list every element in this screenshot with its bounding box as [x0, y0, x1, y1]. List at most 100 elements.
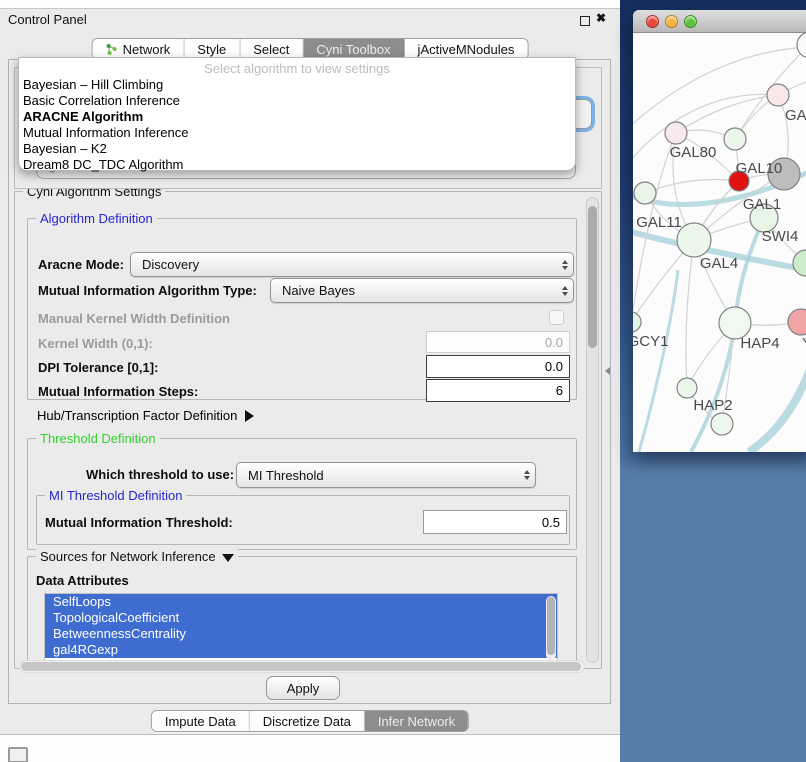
kernel-width-field[interactable]: 0.0	[426, 331, 570, 353]
hub-definition-expander[interactable]: Hub/Transcription Factor Definition	[37, 408, 254, 423]
network-node[interactable]	[711, 413, 733, 435]
network-node-label: GAL	[785, 107, 806, 124]
tab-impute-data[interactable]: Impute Data	[152, 711, 250, 731]
attribute-option-topologicalcoefficient[interactable]: TopologicalCoefficient	[45, 610, 557, 626]
which-threshold-select[interactable]: MI Threshold	[236, 462, 536, 488]
tab-discretize-data[interactable]: Discretize Data	[250, 711, 365, 731]
aracne-mode-label: Aracne Mode:	[38, 257, 124, 272]
algorithm-option-bayesian-hill-climbing[interactable]: Bayesian – Hill Climbing	[19, 77, 575, 93]
aracne-mode-value: Discovery	[142, 257, 199, 272]
tab-jactivemnodules[interactable]: jActiveMNodules	[405, 39, 528, 59]
tab-label: Style	[197, 42, 226, 57]
group-title: MI Threshold Definition	[45, 488, 186, 503]
network-node-label: Y	[802, 335, 806, 352]
mi-type-label: Mutual Information Algorithm Type:	[38, 283, 257, 298]
network-window-titlebar[interactable]	[633, 10, 806, 33]
threshold-definition-group: Threshold Definition Which threshold to …	[27, 438, 577, 550]
settings-horizontal-scrollbar[interactable]	[19, 660, 585, 673]
network-node[interactable]	[677, 223, 711, 257]
tab-label: jActiveMNodules	[418, 42, 515, 57]
cyni-algorithm-settings-group: Cyni Algorithm Settings Algorithm Defini…	[14, 191, 602, 669]
network-tab-icon	[106, 43, 118, 56]
mi-threshold-value: 0.5	[542, 515, 560, 530]
network-node[interactable]	[793, 250, 806, 276]
close-icon[interactable]: ✖	[596, 11, 606, 25]
cyni-bottom-tabs: Impute Data Discretize Data Infer Network	[151, 710, 469, 732]
network-canvas[interactable]: GALGAL80GAL10GAL1GAL11GAL4SWI4GCY1HAP4YH…	[633, 33, 806, 452]
mi-steps-value: 6	[556, 383, 563, 398]
network-node-label: GAL10	[736, 160, 783, 177]
scrollbar-thumb[interactable]	[547, 597, 555, 655]
scrollbar-thumb[interactable]	[588, 206, 597, 348]
algorithm-option-dream8-dc-tdc-algorithm[interactable]: Dream8 DC_TDC Algorithm	[19, 157, 575, 173]
aracne-mode-select[interactable]: Discovery	[130, 252, 574, 277]
algorithm-option-mutual-information-inference[interactable]: Mutual Information Inference	[19, 125, 575, 141]
tab-select[interactable]: Select	[240, 39, 303, 59]
tab-label: Infer Network	[378, 714, 455, 729]
sources-title[interactable]: Sources for Network Inference	[36, 549, 238, 564]
screen: Control Panel ✖ Network Style Select Cyni T…	[0, 0, 806, 762]
tab-network[interactable]: Network	[93, 39, 185, 59]
network-node[interactable]	[634, 182, 656, 204]
apply-button[interactable]: Apply	[266, 676, 340, 700]
zoom-window-icon[interactable]	[684, 15, 697, 28]
tab-label: Impute Data	[165, 714, 236, 729]
network-node[interactable]	[633, 312, 641, 332]
dropdown-prompt: Select algorithm to view settings	[19, 60, 575, 77]
algorithm-option-bayesian-k2[interactable]: Bayesian – K2	[19, 141, 575, 157]
kernel-width-label: Kernel Width (0,1):	[38, 336, 153, 351]
stepper-arrows-icon	[524, 470, 530, 480]
network-node-label: GCY1	[633, 333, 668, 350]
network-node-label: SWI4	[762, 228, 799, 245]
data-attributes-list[interactable]: SelfLoopsTopologicalCoefficientBetweenne…	[44, 593, 558, 663]
network-node[interactable]	[665, 122, 687, 144]
group-title: Algorithm Definition	[36, 211, 157, 226]
network-node[interactable]	[724, 128, 746, 150]
panel-title: Control Panel	[8, 12, 87, 27]
tab-label: Discretize Data	[263, 714, 351, 729]
attribute-option-gal4rgexp[interactable]: gal4RGexp	[45, 642, 557, 658]
manual-kernel-label: Manual Kernel Width Definition	[38, 311, 230, 326]
dpi-tolerance-field[interactable]: 0.0	[426, 355, 570, 378]
sources-group: Sources for Network Inference Data Attri…	[27, 556, 577, 668]
algorithm-option-basic-correlation-inference[interactable]: Basic Correlation Inference	[19, 93, 575, 109]
tab-cyni-toolbox[interactable]: Cyni Toolbox	[303, 39, 404, 59]
manual-kernel-checkbox[interactable]	[549, 310, 564, 325]
floating-panel-icon[interactable]	[8, 747, 28, 762]
network-node[interactable]	[788, 309, 806, 335]
scrollbar-thumb[interactable]	[21, 662, 581, 671]
data-attributes-label: Data Attributes	[36, 573, 129, 588]
stepper-arrows-icon	[562, 260, 568, 270]
algorithm-option-aracne-algorithm[interactable]: ARACNE Algorithm	[19, 109, 575, 125]
mi-type-select[interactable]: Naive Bayes	[270, 278, 574, 303]
network-node[interactable]	[797, 33, 806, 58]
which-threshold-value: MI Threshold	[248, 468, 324, 483]
attribute-option-selfloops[interactable]: SelfLoops	[45, 594, 557, 610]
network-node-label: GAL11	[636, 214, 682, 231]
mi-type-value: Naive Bayes	[282, 283, 355, 298]
network-node-label: GAL80	[670, 144, 717, 161]
mi-steps-field[interactable]: 6	[426, 379, 570, 402]
minimize-window-icon[interactable]	[665, 15, 678, 28]
which-threshold-label: Which threshold to use:	[86, 467, 234, 482]
network-node-label: HAP2	[693, 397, 732, 414]
tab-label: Select	[253, 42, 289, 57]
collapse-arrow-icon	[222, 554, 234, 562]
float-panel-icon[interactable]	[580, 16, 590, 26]
hub-definition-label: Hub/Transcription Factor Definition	[37, 408, 237, 423]
tab-infer-network[interactable]: Infer Network	[365, 711, 468, 731]
close-window-icon[interactable]	[646, 15, 659, 28]
dpi-tolerance-value: 0.0	[545, 359, 563, 374]
algorithm-definition-group: Algorithm Definition Aracne Mode: Discov…	[27, 218, 577, 400]
settings-vertical-scrollbar[interactable]	[586, 197, 599, 663]
network-node[interactable]	[677, 378, 697, 398]
control-panel: Control Panel ✖ Network Style Select Cyni T…	[0, 8, 620, 735]
network-node-label: HAP4	[740, 335, 779, 352]
network-node[interactable]	[767, 84, 789, 106]
attribute-option-betweennesscentrality[interactable]: BetweennessCentrality	[45, 626, 557, 642]
list-scrollbar[interactable]	[546, 596, 556, 660]
splitter-collapse-icon[interactable]	[605, 367, 610, 375]
mi-threshold-group: MI Threshold Definition Mutual Informati…	[36, 495, 570, 545]
mi-threshold-field[interactable]: 0.5	[423, 510, 567, 534]
tab-style[interactable]: Style	[184, 39, 240, 59]
